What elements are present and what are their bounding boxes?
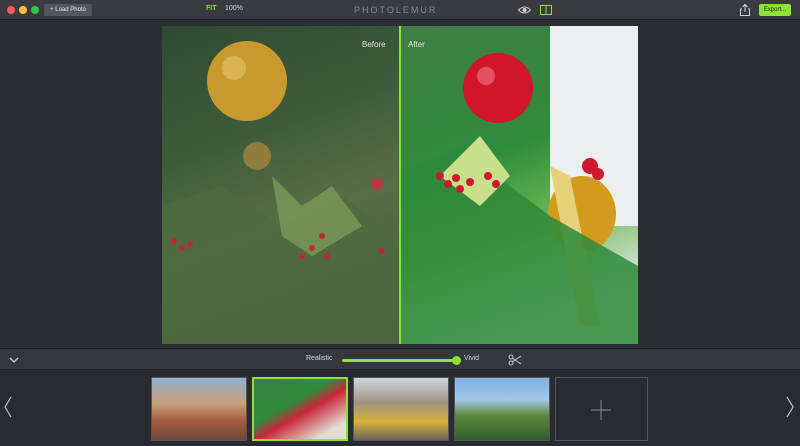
- compare-divider[interactable]: [399, 26, 401, 344]
- thumbnail-city[interactable]: [151, 377, 247, 441]
- fit-button[interactable]: FIT: [206, 5, 217, 12]
- photo-viewer[interactable]: Before After: [162, 26, 638, 344]
- before-label: Before: [362, 40, 386, 49]
- enhancement-slider[interactable]: [342, 356, 461, 365]
- thumbnail-garden[interactable]: [454, 377, 550, 441]
- compare-icon[interactable]: [508, 354, 522, 366]
- before-image: [162, 26, 400, 344]
- eye-icon[interactable]: [518, 5, 531, 15]
- controls-bar: Realistic Vivid: [0, 348, 800, 370]
- after-photo-content: [400, 26, 638, 344]
- maximize-window-button[interactable]: [31, 6, 39, 14]
- minimize-window-button[interactable]: [19, 6, 27, 14]
- before-photo-content: [162, 41, 400, 344]
- zoom-level[interactable]: 100%: [225, 5, 243, 12]
- vivid-label: Vivid: [464, 355, 480, 362]
- title-bar: + Load Photo FIT 100% PHOTOLEMUR Export.…: [0, 0, 800, 20]
- after-image: [400, 26, 638, 344]
- thumbnail-christmas-selected[interactable]: [252, 377, 348, 441]
- slider-knob[interactable]: [452, 356, 461, 365]
- chevron-right-icon[interactable]: [785, 395, 795, 419]
- app-title: PHOTOLEMUR: [354, 5, 438, 15]
- load-photo-button[interactable]: + Load Photo: [44, 4, 92, 16]
- chevron-down-icon[interactable]: [8, 354, 20, 366]
- plus-icon[interactable]: [589, 400, 613, 420]
- realistic-label: Realistic: [306, 355, 333, 362]
- slider-fill: [342, 359, 456, 362]
- export-button[interactable]: Export...: [759, 4, 791, 16]
- close-window-button[interactable]: [7, 6, 15, 14]
- filmstrip: [0, 371, 800, 446]
- after-label: After: [408, 40, 425, 49]
- thumbnail-tram[interactable]: [353, 377, 449, 441]
- split-view-icon[interactable]: [540, 5, 552, 15]
- share-icon[interactable]: [740, 4, 750, 16]
- chevron-left-icon[interactable]: [3, 395, 13, 419]
